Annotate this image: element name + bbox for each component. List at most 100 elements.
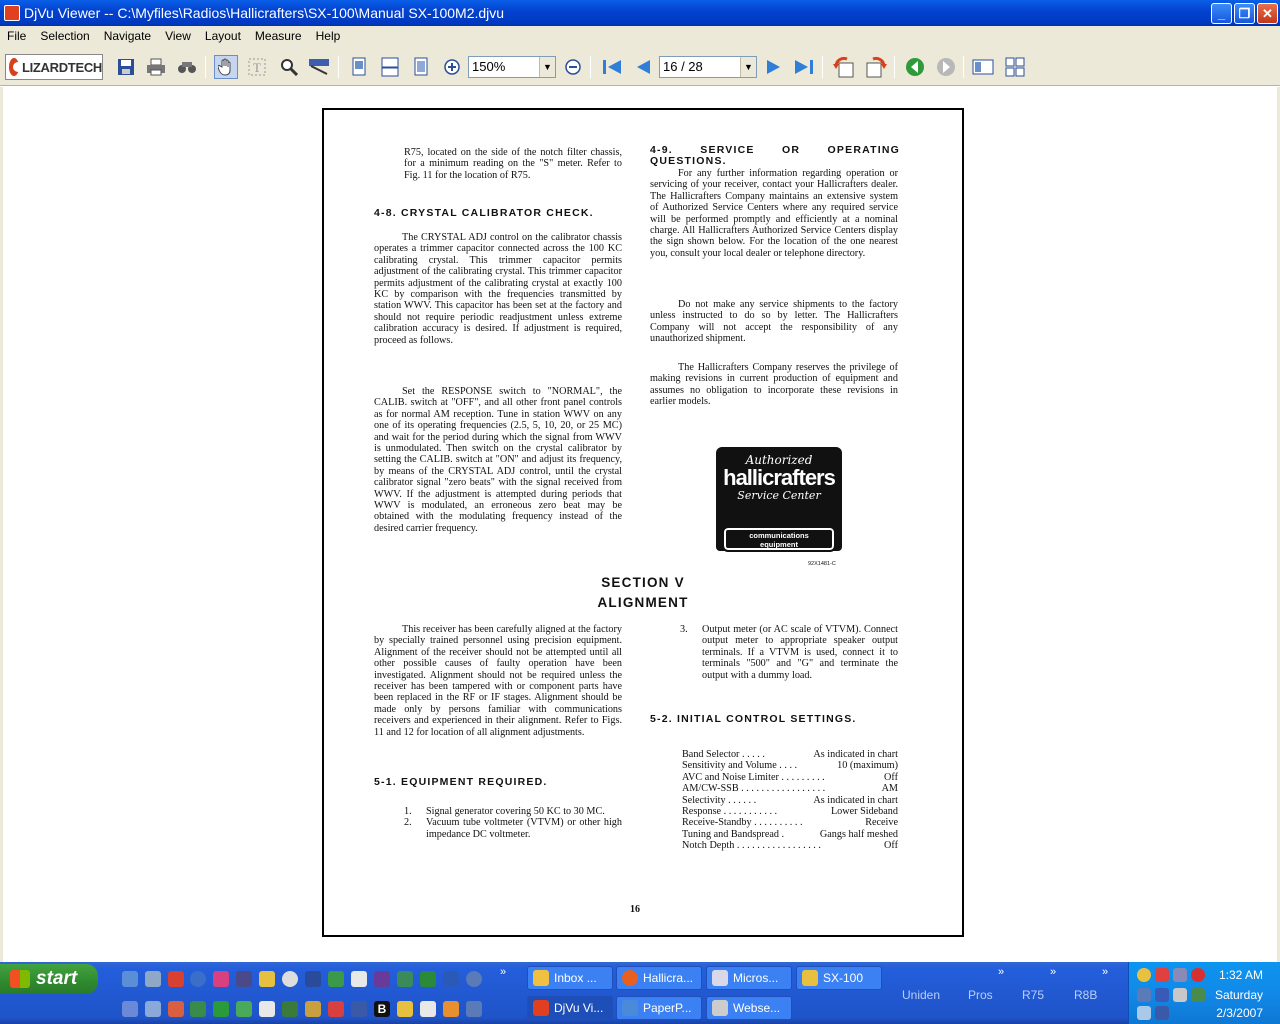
zoom-out-icon[interactable] [561, 55, 585, 79]
toolbar-group-r75[interactable]: R75 [1022, 988, 1044, 1002]
folder-icon[interactable] [397, 1001, 413, 1017]
tray-icon[interactable] [1173, 988, 1187, 1002]
quicklaunch-icon[interactable] [443, 1001, 459, 1017]
tray-icon[interactable] [1191, 968, 1205, 982]
djvu-app-icon[interactable] [4, 5, 20, 21]
first-page-icon[interactable] [600, 55, 624, 79]
zoom-select-icon[interactable] [277, 55, 301, 79]
quicklaunch-icon[interactable] [397, 971, 413, 987]
thumbnails-icon[interactable] [971, 55, 995, 79]
find-icon[interactable] [175, 55, 199, 79]
hand-icon[interactable] [214, 55, 238, 79]
quicklaunch-icon[interactable] [305, 1001, 321, 1017]
group-expand-icon[interactable]: » [998, 966, 1004, 978]
single-page-icon[interactable] [347, 55, 371, 79]
task-sx100[interactable]: SX-100 [796, 966, 882, 990]
quicklaunch-icon[interactable] [466, 1001, 482, 1017]
menu-layout[interactable]: Layout [198, 26, 248, 46]
task-microsoft[interactable]: Micros... [706, 966, 792, 990]
quicklaunch-icon[interactable] [190, 971, 206, 987]
rotate-right-icon[interactable] [864, 55, 888, 79]
start-button[interactable]: start [0, 964, 98, 994]
quicklaunch-more-icon[interactable]: » [500, 966, 506, 978]
tray-icon[interactable] [1137, 988, 1151, 1002]
grid-icon[interactable] [1003, 55, 1027, 79]
quicklaunch-icon[interactable] [374, 971, 390, 987]
quicklaunch-icon[interactable] [328, 971, 344, 987]
quicklaunch-icon[interactable] [145, 971, 161, 987]
quicklaunch-icon[interactable] [420, 1001, 436, 1017]
next-page-icon[interactable] [762, 55, 786, 79]
last-page-icon[interactable] [792, 55, 816, 79]
toolbar-group-uniden[interactable]: Uniden [902, 988, 940, 1002]
quicklaunch-icon[interactable] [466, 971, 482, 987]
menu-help[interactable]: Help [309, 26, 348, 46]
zoom-in-icon[interactable] [440, 55, 464, 79]
quicklaunch-icon[interactable] [351, 1001, 367, 1017]
quicklaunch-icon[interactable] [145, 1001, 161, 1017]
minimize-button[interactable]: _ [1211, 3, 1232, 24]
quicklaunch-icon[interactable] [328, 1001, 344, 1017]
forward-icon[interactable] [934, 55, 958, 79]
quicklaunch-icon[interactable] [259, 1001, 275, 1017]
task-hallicrafters[interactable]: Hallicra... [616, 966, 702, 990]
quicklaunch-icon[interactable] [259, 971, 275, 987]
setting-value: Off [884, 840, 898, 852]
tray-icon[interactable] [1155, 968, 1169, 982]
continuous-icon[interactable] [378, 55, 402, 79]
menu-file[interactable]: File [0, 26, 33, 46]
tray-icon[interactable] [1191, 988, 1205, 1002]
page-dropdown-icon[interactable]: ▼ [740, 57, 756, 77]
quicklaunch-icon[interactable] [168, 1001, 184, 1017]
task-webse[interactable]: Webse... [706, 996, 792, 1020]
zoom-combo[interactable]: 150% ▼ [468, 56, 556, 78]
title-bar[interactable]: DjVu Viewer -- C:\Myfiles\Radios\Hallicr… [0, 0, 1280, 26]
tray-icon[interactable] [1155, 988, 1169, 1002]
tray-icon[interactable] [1137, 968, 1151, 982]
clock-time[interactable]: 1:32 AM [1219, 968, 1263, 982]
quicklaunch-icon[interactable] [305, 971, 321, 987]
quicklaunch-icon[interactable] [213, 971, 229, 987]
word-icon[interactable] [443, 971, 459, 987]
quicklaunch-icon[interactable] [282, 1001, 298, 1017]
quicklaunch-icon[interactable] [236, 1001, 252, 1017]
text-select-icon[interactable]: T [245, 55, 269, 79]
quicklaunch-icon[interactable] [213, 1001, 229, 1017]
group-expand-icon[interactable]: » [1050, 966, 1056, 978]
b-app-icon[interactable]: B [374, 1001, 390, 1017]
quicklaunch-icon[interactable] [190, 1001, 206, 1017]
task-djvu-viewer[interactable]: DjVu Vi... [527, 996, 613, 1020]
maximize-button[interactable]: ❐ [1234, 3, 1255, 24]
rotate-left-icon[interactable] [832, 55, 856, 79]
save-icon[interactable] [114, 55, 138, 79]
page-combo[interactable]: 16 / 28 ▼ [659, 56, 757, 78]
excel-icon[interactable] [420, 971, 436, 987]
toolbar-group-r8b[interactable]: R8B [1074, 988, 1097, 1002]
back-icon[interactable] [903, 55, 927, 79]
menu-navigate[interactable]: Navigate [97, 26, 158, 46]
ruler-icon[interactable] [307, 55, 331, 79]
close-button[interactable]: ✕ [1257, 3, 1278, 24]
task-paperport[interactable]: PaperP... [616, 996, 702, 1020]
menu-view[interactable]: View [158, 26, 198, 46]
menu-measure[interactable]: Measure [248, 26, 309, 46]
lizardtech-logo[interactable]: LIZARDTECH [5, 54, 103, 80]
toolbar-group-pros[interactable]: Pros [968, 988, 993, 1002]
quicklaunch-icon[interactable] [122, 1001, 138, 1017]
tray-icon[interactable] [1137, 1006, 1151, 1020]
tray-icon[interactable] [1155, 1006, 1169, 1020]
group-expand-icon[interactable]: » [1102, 966, 1108, 978]
quicklaunch-icon[interactable] [282, 971, 298, 987]
acrobat-icon[interactable] [168, 971, 184, 987]
task-inbox[interactable]: Inbox ... [527, 966, 613, 990]
task-label: PaperP... [643, 1001, 692, 1015]
facing-icon[interactable] [409, 55, 433, 79]
menu-selection[interactable]: Selection [33, 26, 96, 46]
tray-icon[interactable] [1173, 968, 1187, 982]
zoom-dropdown-icon[interactable]: ▼ [539, 57, 555, 77]
prev-page-icon[interactable] [631, 55, 655, 79]
print-icon[interactable] [144, 55, 168, 79]
quicklaunch-icon[interactable] [236, 971, 252, 987]
quicklaunch-icon[interactable] [351, 971, 367, 987]
quicklaunch-icon[interactable] [122, 971, 138, 987]
